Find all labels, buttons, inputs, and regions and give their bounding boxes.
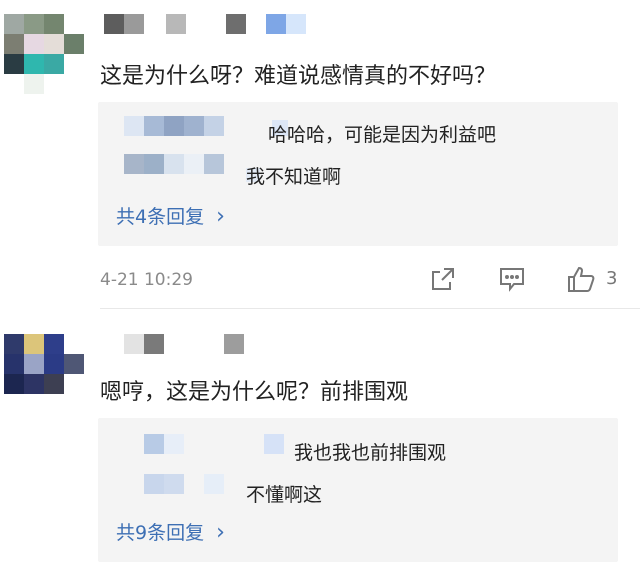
reply-box: 哈哈哈，可能是因为利益吧 我不知道啊 共4条回复 › (98, 102, 618, 246)
like-count: 3 (606, 268, 618, 289)
reply-text: 不懂啊这 (246, 484, 323, 506)
thumb-up-icon (566, 264, 596, 294)
reply-text: 哈哈哈，可能是因为利益吧 (268, 124, 497, 146)
more-replies-link[interactable]: 共9条回复 › (116, 518, 225, 545)
reply-text: 我不知道啊 (246, 166, 342, 188)
comment-icon[interactable] (498, 266, 526, 292)
avatar[interactable] (4, 334, 84, 396)
comment-text: 这是为什么呀？难道说感情真的不好吗？ (100, 64, 497, 89)
share-icon[interactable] (430, 266, 456, 292)
username[interactable] (124, 334, 264, 356)
reply-text: 我也我也前排围观 (294, 442, 447, 464)
like-button[interactable]: 3 (566, 264, 626, 294)
reply-username[interactable] (124, 116, 288, 138)
reply-username[interactable] (124, 434, 284, 456)
more-replies-label: 共9条回复 (116, 522, 205, 544)
comment-text: 嗯哼，这是为什么呢？前排围观 (100, 380, 409, 405)
comment-timestamp: 4-21 10:29 (100, 270, 193, 290)
reply-box: 我也我也前排围观 不懂啊这 共9条回复 › (98, 418, 618, 562)
username[interactable] (104, 14, 306, 36)
chevron-right-icon: › (216, 520, 225, 545)
chevron-right-icon: › (216, 204, 225, 229)
more-replies-link[interactable]: 共4条回复 › (116, 202, 225, 229)
divider (100, 308, 640, 309)
avatar[interactable] (4, 14, 84, 94)
more-replies-label: 共4条回复 (116, 206, 205, 228)
